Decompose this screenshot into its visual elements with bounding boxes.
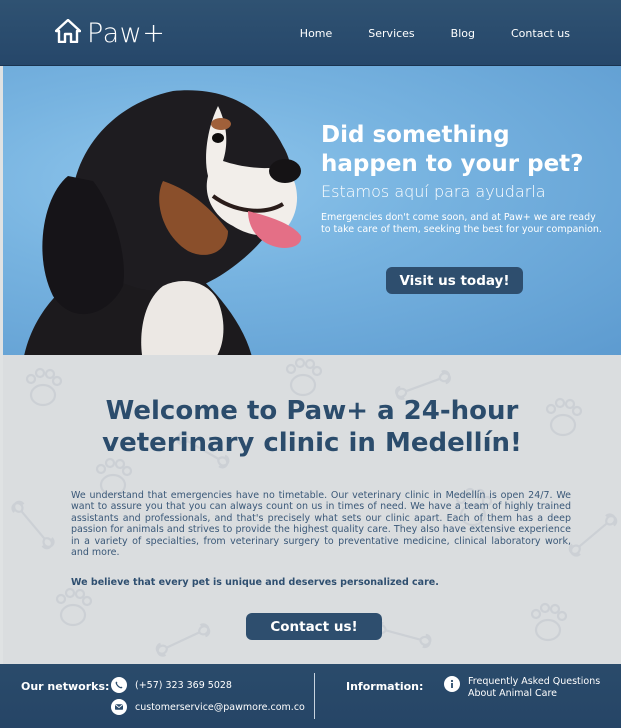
faq-line1[interactable]: Frequently Asked Questions	[468, 676, 600, 687]
footer-divider	[314, 673, 315, 719]
nav-home[interactable]: Home	[300, 27, 332, 40]
faq-line2[interactable]: About Animal Care	[468, 688, 557, 699]
welcome-section: Welcome to Paw+ a 24-hour veterinary cli…	[3, 355, 621, 664]
logo-text: Paw+	[87, 18, 166, 49]
phone-number[interactable]: (+57) 323 369 5028	[135, 680, 232, 691]
site-header: Paw+ Home Services Blog Contact us	[0, 0, 621, 66]
networks-label: Our networks:	[21, 680, 110, 693]
nav-contact[interactable]: Contact us	[511, 27, 570, 40]
visit-us-button[interactable]: Visit us today!	[386, 267, 523, 294]
welcome-title-line2: veterinary clinic in Medellín!	[102, 428, 522, 458]
contact-us-button[interactable]: Contact us!	[246, 613, 382, 640]
hero-title: Did something happen to your pet?	[321, 122, 584, 177]
email-address[interactable]: customerservice@pawmore.com.co	[135, 702, 305, 713]
logo[interactable]: Paw+	[54, 18, 166, 49]
nav-blog[interactable]: Blog	[451, 27, 475, 40]
house-icon	[54, 18, 82, 48]
nav-services[interactable]: Services	[368, 27, 414, 40]
information-label: Information:	[346, 680, 424, 693]
dog-image	[24, 90, 302, 355]
info-icon[interactable]	[444, 676, 460, 692]
site-footer: Our networks: (+57) 323 369 5028 custome…	[0, 664, 621, 728]
hero-subtitle: Estamos aquí para ayudarla	[321, 182, 546, 201]
welcome-highlight: We believe that every pet is unique and …	[71, 577, 439, 588]
welcome-title: Welcome to Paw+ a 24-hour veterinary cli…	[3, 395, 621, 459]
main-nav: Home Services Blog Contact us	[300, 27, 570, 40]
hero-banner: Did something happen to your pet? Estamo…	[3, 66, 621, 355]
email-icon[interactable]	[111, 699, 127, 715]
whatsapp-icon[interactable]	[111, 677, 127, 693]
hero-description: Emergencies don't come soon, and at Paw+…	[321, 212, 602, 235]
welcome-title-line1: Welcome to Paw+ a 24-hour	[105, 396, 519, 426]
welcome-paragraph: We understand that emergencies have no t…	[71, 490, 571, 559]
